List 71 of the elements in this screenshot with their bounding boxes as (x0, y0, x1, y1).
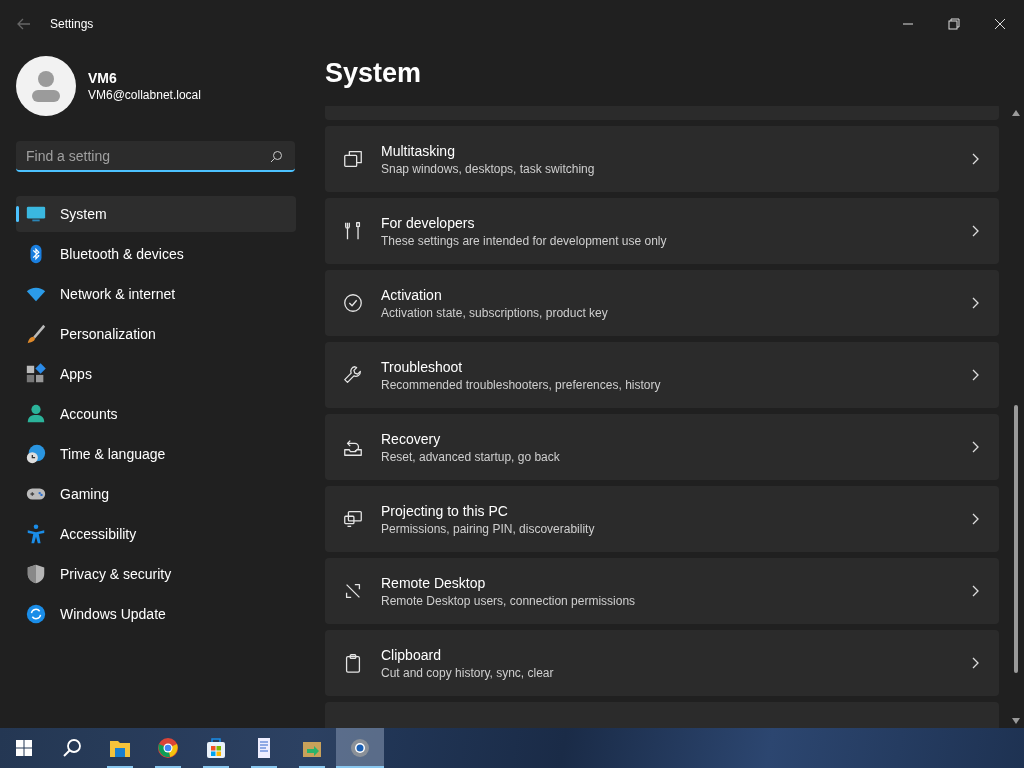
close-icon[interactable] (994, 18, 1006, 30)
card-subtitle: Activation state, subscriptions, product key (381, 305, 609, 320)
card-subtitle: Remote Desktop users, connection permissions (381, 593, 637, 608)
card-title: Activation (381, 286, 443, 303)
sidebar-item[interactable]: Privacy & security (16, 556, 296, 592)
sidebar-item[interactable]: Time & language (16, 436, 296, 472)
globe-clock-icon (25, 443, 47, 465)
chevron-right-icon (972, 297, 979, 309)
store-icon (204, 736, 228, 760)
card-subtitle: These settings are intended for development use only (381, 233, 668, 248)
sidebar-item[interactable]: System (16, 196, 296, 232)
chevron-right-icon (972, 225, 979, 237)
card-subtitle: Snap windows, desktops, task switching (381, 161, 596, 176)
taskbar-button[interactable] (288, 728, 336, 768)
scroll-down-icon[interactable] (1012, 718, 1020, 724)
windows-icon (342, 148, 364, 170)
card-subtitle: Reset, advanced startup, go back (381, 449, 561, 464)
settings-card[interactable]: Multitasking Snap windows, desktops, task switching (325, 126, 999, 192)
card-title: Troubleshoot (381, 358, 464, 375)
card-title: Clipboard (381, 646, 442, 663)
accessibility-icon (25, 523, 47, 545)
sidebar-item[interactable]: Personalization (16, 316, 296, 352)
sidebar-item[interactable]: Accounts (16, 396, 296, 432)
taskbar-button[interactable] (0, 728, 48, 768)
user-name: VM6 (88, 70, 118, 86)
search-field[interactable]: Find a setting (16, 141, 295, 172)
settings-card[interactable]: Troubleshoot Recommended troubleshooters, preferences, history (325, 342, 999, 408)
sidebar-item[interactable]: Network & internet (16, 276, 296, 312)
avatar-icon[interactable] (16, 56, 76, 116)
refresh-icon (25, 603, 47, 625)
wrench-icon (342, 364, 364, 386)
back-icon[interactable] (17, 18, 31, 30)
screens-icon (342, 508, 364, 530)
window-title: Settings (50, 17, 94, 31)
search-icon[interactable] (270, 150, 283, 163)
chevron-right-icon (972, 585, 979, 597)
chevron-right-icon (972, 657, 979, 669)
settings-card[interactable]: Activation Activation state, subscriptions, product key (325, 270, 999, 336)
chevron-right-icon (972, 441, 979, 453)
settings-card[interactable]: Remote Desktop Remote Desktop users, connection permissions (325, 558, 999, 624)
card-subtitle: Cut and copy history, sync, clear (381, 665, 555, 680)
shield-icon (25, 563, 47, 585)
sidebar-item[interactable]: Bluetooth & devices (16, 236, 296, 272)
card-subtitle: Permissions, pairing PIN, discoverability (381, 521, 596, 536)
apps-icon (25, 363, 47, 385)
check-circle-icon (342, 292, 364, 314)
card-title: Multitasking (381, 142, 456, 159)
paintbrush-icon (25, 323, 47, 345)
user-email: VM6@collabnet.local (88, 88, 201, 102)
card-title: Remote Desktop (381, 574, 487, 591)
sidebar-item[interactable]: Accessibility (16, 516, 296, 552)
sidebar-item[interactable]: Apps (16, 356, 296, 392)
chrome-icon (156, 736, 180, 760)
settings-card[interactable]: Projecting to this PC Permissions, pairing PIN, discoverability (325, 486, 999, 552)
settings-card[interactable]: Recovery Reset, advanced startup, go back (325, 414, 999, 480)
card-subtitle: Recommended troubleshooters, preferences, history (381, 377, 662, 392)
page-title: System (325, 58, 423, 90)
chevron-right-icon (972, 513, 979, 525)
card-title: Recovery (381, 430, 442, 447)
restore-icon[interactable] (948, 18, 960, 30)
settings-card[interactable]: Clipboard Cut and copy history, sync, clear (325, 630, 999, 696)
sidebar-item[interactable]: Gaming (16, 476, 296, 512)
card-title: For developers (381, 214, 476, 231)
chevron-right-icon (972, 369, 979, 381)
chevron-right-icon (972, 153, 979, 165)
scroll-up-icon[interactable] (1012, 110, 1020, 116)
sidebar-item[interactable]: Windows Update (16, 596, 296, 632)
person-icon (25, 403, 47, 425)
settings-card[interactable]: For developers These settings are intended for development use only (325, 198, 999, 264)
card-title: Projecting to this PC (381, 502, 509, 519)
scrollbar-thumb[interactable] (1014, 405, 1018, 673)
